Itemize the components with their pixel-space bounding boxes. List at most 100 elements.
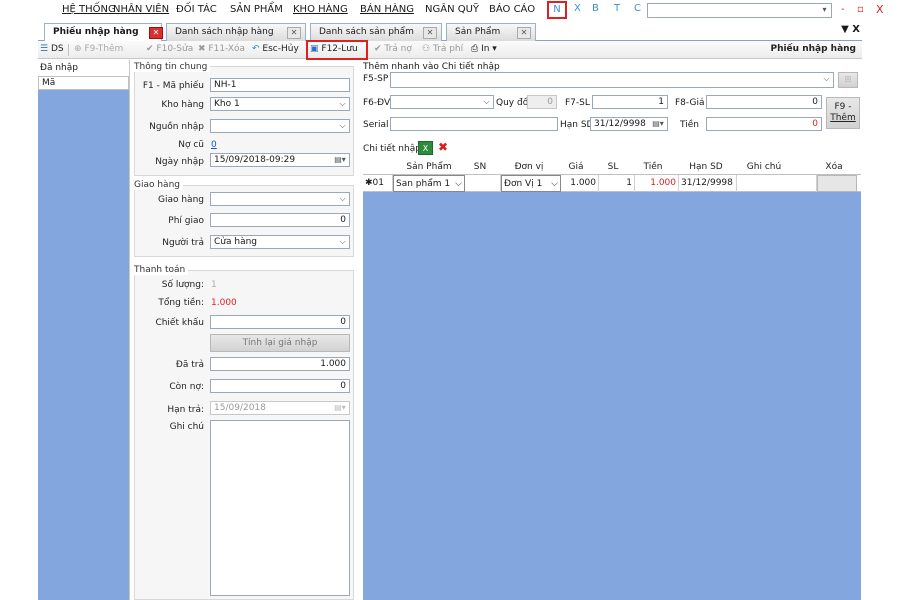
menu-ban-hang[interactable]: BÁN HÀNG bbox=[360, 4, 414, 15]
discount-label: Chiết khấu bbox=[155, 318, 204, 328]
fee-field[interactable]: 0 bbox=[210, 213, 350, 227]
col-note[interactable]: Ghi chú bbox=[739, 162, 789, 172]
col-expiry[interactable]: Hạn SD bbox=[681, 162, 731, 172]
expiry-field[interactable]: 31/12/9998 ▤▾ bbox=[590, 117, 668, 131]
col-sn[interactable]: SN bbox=[465, 162, 495, 172]
menu-nhan-vien[interactable]: NHÂN VIÊN bbox=[113, 4, 169, 15]
quick-t[interactable]: T bbox=[614, 3, 620, 14]
shipper-select[interactable]: ⌵ bbox=[210, 192, 350, 206]
source-select[interactable]: ⌵ bbox=[210, 119, 350, 133]
grid-picker-button[interactable]: ⊞ bbox=[838, 72, 858, 88]
unit-select[interactable]: ⌵ bbox=[390, 95, 494, 109]
convert-field[interactable]: 0 bbox=[527, 95, 557, 109]
edit-button[interactable]: ✔ F10-Sửa bbox=[146, 44, 193, 54]
ds-button[interactable]: ☰ DS bbox=[40, 44, 64, 54]
col-product[interactable]: Sản Phẩm bbox=[393, 162, 465, 172]
unit-label: F6-ĐV bbox=[363, 98, 391, 108]
tab-danh-sach-san-pham[interactable]: Danh sách sản phẩm ✕ bbox=[310, 23, 442, 41]
cell-expiry[interactable]: 31/12/9998 bbox=[679, 175, 737, 192]
cancel-button[interactable]: ↶ Esc-Hủy bbox=[252, 44, 299, 54]
save-button[interactable]: ▣ F12-Lưu bbox=[306, 40, 368, 60]
printer-icon: ⎙ bbox=[471, 44, 479, 54]
calendar-icon[interactable]: ▤▾ bbox=[331, 402, 349, 414]
note-textarea[interactable] bbox=[210, 420, 350, 596]
delete-label: F11-Xóa bbox=[208, 44, 246, 54]
delete-button[interactable]: ✖ F11-Xóa bbox=[198, 44, 245, 54]
remaining-field[interactable]: 0 bbox=[210, 379, 350, 393]
pay-debt-button[interactable]: ✔ Trả nợ bbox=[374, 44, 412, 54]
close-button[interactable]: X bbox=[876, 3, 884, 16]
menu-kho-hang[interactable]: KHO HÀNG bbox=[293, 4, 348, 15]
cell-product-value: San phẩm 1 bbox=[396, 179, 451, 189]
cell-product[interactable]: San phẩm 1 ⌵ bbox=[393, 175, 465, 192]
paid-field[interactable]: 1.000 bbox=[210, 357, 350, 371]
col-amount[interactable]: Tiền bbox=[635, 162, 671, 172]
warehouse-select[interactable]: Kho 1 ⌵ bbox=[210, 97, 350, 111]
tab-list-controls[interactable]: ▼ X bbox=[841, 24, 860, 35]
print-button[interactable]: ⎙ In ▾ bbox=[471, 44, 497, 54]
col-price[interactable]: Giá bbox=[561, 162, 591, 172]
payer-select[interactable]: Cửa hàng ⌵ bbox=[210, 235, 350, 249]
shipper-label: Giao hàng bbox=[158, 195, 204, 205]
global-search-combo[interactable]: ▾ bbox=[647, 3, 832, 18]
recalc-price-button[interactable]: Tính lại giá nhập bbox=[210, 334, 350, 352]
pay-debt-label: Trả nợ bbox=[384, 44, 412, 54]
menu-he-thong[interactable]: HỆ THỐNG bbox=[62, 4, 116, 15]
pay-fee-button[interactable]: ⚇ Trả phí bbox=[422, 44, 463, 54]
tab-danh-sach-nhap-hang[interactable]: Danh sách nhập hàng ✕ bbox=[166, 23, 306, 41]
quick-b[interactable]: B bbox=[592, 3, 599, 14]
amount-field[interactable]: 0 bbox=[706, 117, 822, 131]
code-label: F1 - Mã phiếu bbox=[142, 81, 204, 91]
menu-bao-cao[interactable]: BÁO CÁO bbox=[489, 4, 535, 15]
price-label: F8-Giá bbox=[675, 98, 705, 108]
col-qty[interactable]: SL bbox=[598, 162, 628, 172]
product-select[interactable]: ⌵ bbox=[390, 72, 834, 88]
payer-label: Người trả bbox=[162, 238, 204, 248]
cell-qty[interactable]: 1 bbox=[599, 175, 635, 192]
serial-field[interactable] bbox=[390, 117, 558, 131]
table-row[interactable]: ✱01 San phẩm 1 ⌵ Đơn Vị 1 ⌵ 1.000 1 1.000 … bbox=[363, 175, 861, 192]
plus-icon: ⊕ bbox=[74, 44, 82, 54]
tab-phieu-nhap-hang[interactable]: Phiếu nhập hàng ✕ bbox=[44, 23, 163, 42]
warehouse-label: Kho hàng bbox=[161, 100, 204, 110]
close-icon[interactable]: ✕ bbox=[517, 27, 531, 39]
restore-button[interactable]: ▫ bbox=[857, 4, 864, 15]
entered-list[interactable] bbox=[38, 76, 129, 600]
close-icon[interactable]: ✕ bbox=[149, 27, 163, 39]
code-field[interactable]: NH-1 bbox=[210, 78, 350, 92]
cell-delete-button[interactable] bbox=[817, 175, 857, 192]
pay-fee-label: Trả phí bbox=[432, 44, 464, 54]
quick-x[interactable]: X bbox=[574, 3, 581, 14]
delete-all-icon[interactable]: ✖ bbox=[438, 140, 448, 154]
entered-list-column-code[interactable]: Mã bbox=[38, 76, 129, 90]
cell-sn[interactable] bbox=[465, 175, 501, 192]
quick-n[interactable]: N bbox=[547, 1, 567, 19]
minimize-button[interactable]: - bbox=[841, 4, 845, 15]
old-debt-link[interactable]: 0 bbox=[211, 140, 217, 150]
toolbar-separator bbox=[68, 44, 69, 56]
menu-doi-tac[interactable]: ĐỐI TÁC bbox=[176, 4, 217, 15]
col-unit[interactable]: Đơn vị bbox=[501, 162, 557, 172]
calendar-icon[interactable]: ▤▾ bbox=[649, 118, 667, 130]
add-detail-button[interactable]: F9 - Thêm bbox=[826, 97, 860, 129]
tab-san-pham[interactable]: Sản Phẩm ✕ bbox=[446, 23, 536, 41]
close-icon[interactable]: ✕ bbox=[287, 27, 301, 39]
qty-field[interactable]: 1 bbox=[592, 95, 668, 109]
add-button[interactable]: ⊕ F9-Thêm bbox=[74, 44, 123, 54]
cell-unit[interactable]: Đơn Vị 1 ⌵ bbox=[501, 175, 561, 192]
close-icon[interactable]: ✕ bbox=[423, 27, 437, 39]
menu-san-pham[interactable]: SẢN PHẨM bbox=[230, 4, 283, 15]
date-field[interactable]: 15/09/2018-09:29 ▤▾ bbox=[210, 153, 350, 167]
col-delete[interactable]: Xóa bbox=[819, 162, 849, 172]
price-field[interactable]: 0 bbox=[706, 95, 822, 109]
cell-note[interactable] bbox=[737, 175, 817, 192]
calendar-icon[interactable]: ▤▾ bbox=[331, 154, 349, 166]
product-label: F5-SP bbox=[363, 74, 389, 84]
excel-icon[interactable]: X bbox=[418, 141, 433, 155]
edit-label: F10-Sửa bbox=[156, 44, 194, 54]
discount-field[interactable]: 0 bbox=[210, 315, 350, 329]
menu-ngan-quy[interactable]: NGÂN QUỸ bbox=[425, 4, 479, 15]
quick-c[interactable]: C bbox=[634, 3, 641, 14]
cell-price[interactable]: 1.000 bbox=[561, 175, 599, 192]
due-date-field[interactable]: 15/09/2018 ▤▾ bbox=[210, 401, 350, 415]
